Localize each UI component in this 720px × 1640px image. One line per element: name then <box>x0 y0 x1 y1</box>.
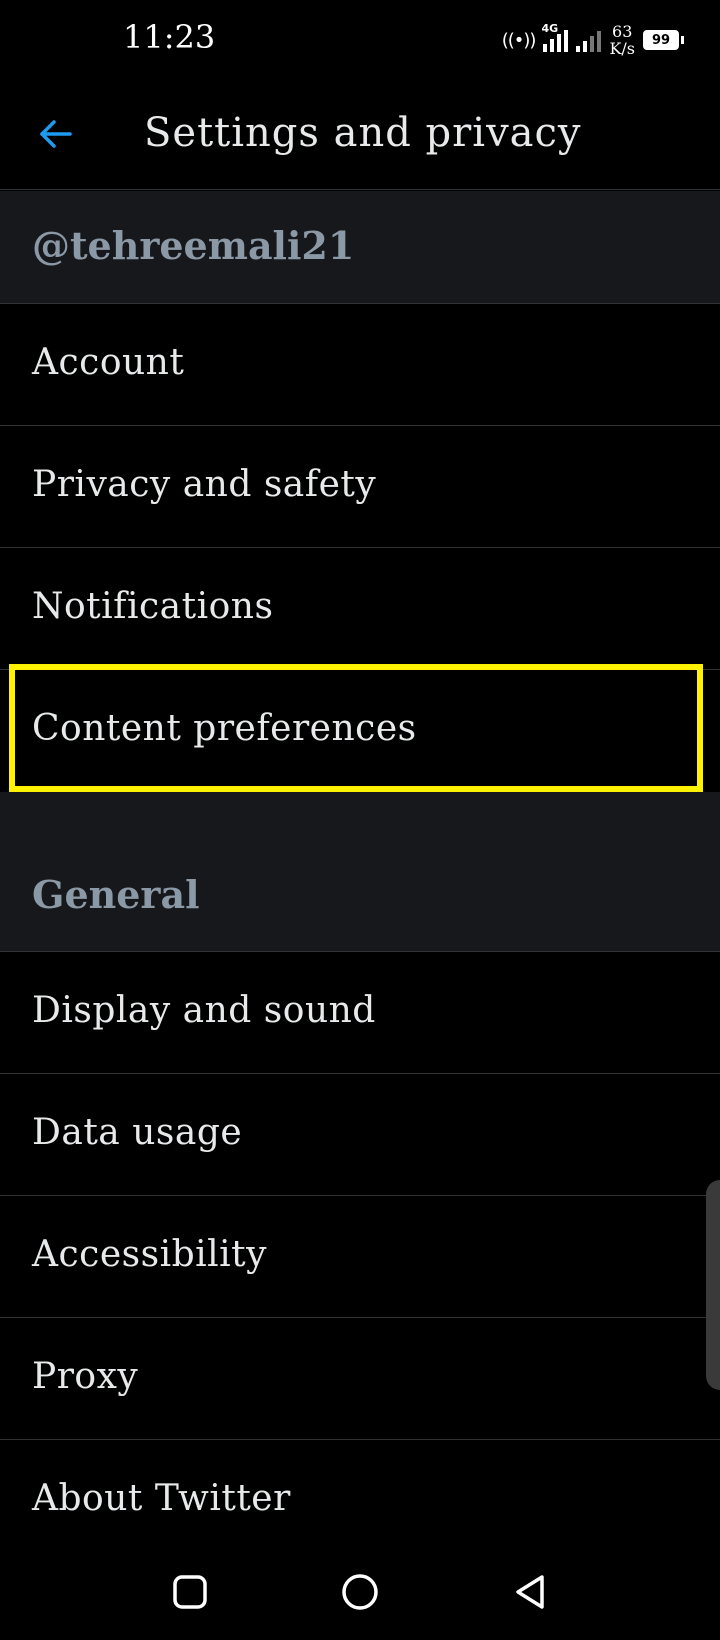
battery-tip <box>681 36 684 44</box>
settings-item-label: Display and sound <box>32 990 376 1031</box>
settings-item-content-preferences[interactable]: Content preferences <box>0 670 720 792</box>
section-title-general: General <box>32 872 200 917</box>
status-icons: ((•)) 4G 63 K/s 99 <box>502 20 684 60</box>
settings-item-label: Notifications <box>32 586 274 627</box>
status-bar: 11:23 ((•)) 4G 63 K/s 99 <box>0 0 720 80</box>
settings-item-label: Data usage <box>32 1112 243 1153</box>
username-label: @tehreemali21 <box>32 223 355 268</box>
section-header-general: General <box>0 792 720 952</box>
system-nav-bar <box>0 1540 720 1640</box>
triangle-back-icon[interactable] <box>510 1572 550 1612</box>
speed-value: 63 <box>612 22 633 41</box>
settings-item-privacy-and-safety[interactable]: Privacy and safety <box>0 426 720 548</box>
network-type: 4G <box>541 22 559 35</box>
settings-item-label: Account <box>32 342 185 383</box>
network-speed: 63 K/s <box>609 23 635 57</box>
status-time: 11:23 <box>123 18 216 56</box>
settings-item-proxy[interactable]: Proxy <box>0 1318 720 1440</box>
square-icon[interactable] <box>170 1572 210 1612</box>
page-title: Settings and privacy <box>144 110 582 156</box>
settings-item-label: About Twitter <box>32 1478 291 1519</box>
signal-icon-secondary <box>576 28 602 52</box>
settings-item-accessibility[interactable]: Accessibility <box>0 1196 720 1318</box>
scroll-handle[interactable] <box>706 1180 720 1390</box>
settings-item-account[interactable]: Account <box>0 304 720 426</box>
battery-level: 99 <box>651 32 671 48</box>
section-header-account: @tehreemali21 <box>0 191 720 304</box>
settings-item-label: Content preferences <box>32 708 417 749</box>
top-app-bar: Settings and privacy <box>0 80 720 190</box>
speed-unit: K/s <box>609 39 635 58</box>
battery-icon: 99 <box>643 30 679 50</box>
settings-item-label: Proxy <box>32 1356 139 1397</box>
settings-item-label: Accessibility <box>32 1234 267 1275</box>
signal-icon: 4G <box>541 22 569 52</box>
settings-item-display-and-sound[interactable]: Display and sound <box>0 952 720 1074</box>
settings-item-data-usage[interactable]: Data usage <box>0 1074 720 1196</box>
settings-screen: 11:23 ((•)) 4G 63 K/s 99 Settings and pr… <box>0 0 720 1640</box>
circle-icon[interactable] <box>340 1572 380 1612</box>
settings-item-label: Privacy and safety <box>32 464 377 505</box>
settings-item-notifications[interactable]: Notifications <box>0 548 720 670</box>
arrow-left-icon[interactable] <box>38 116 74 152</box>
hotspot-icon: ((•)) <box>501 29 537 51</box>
